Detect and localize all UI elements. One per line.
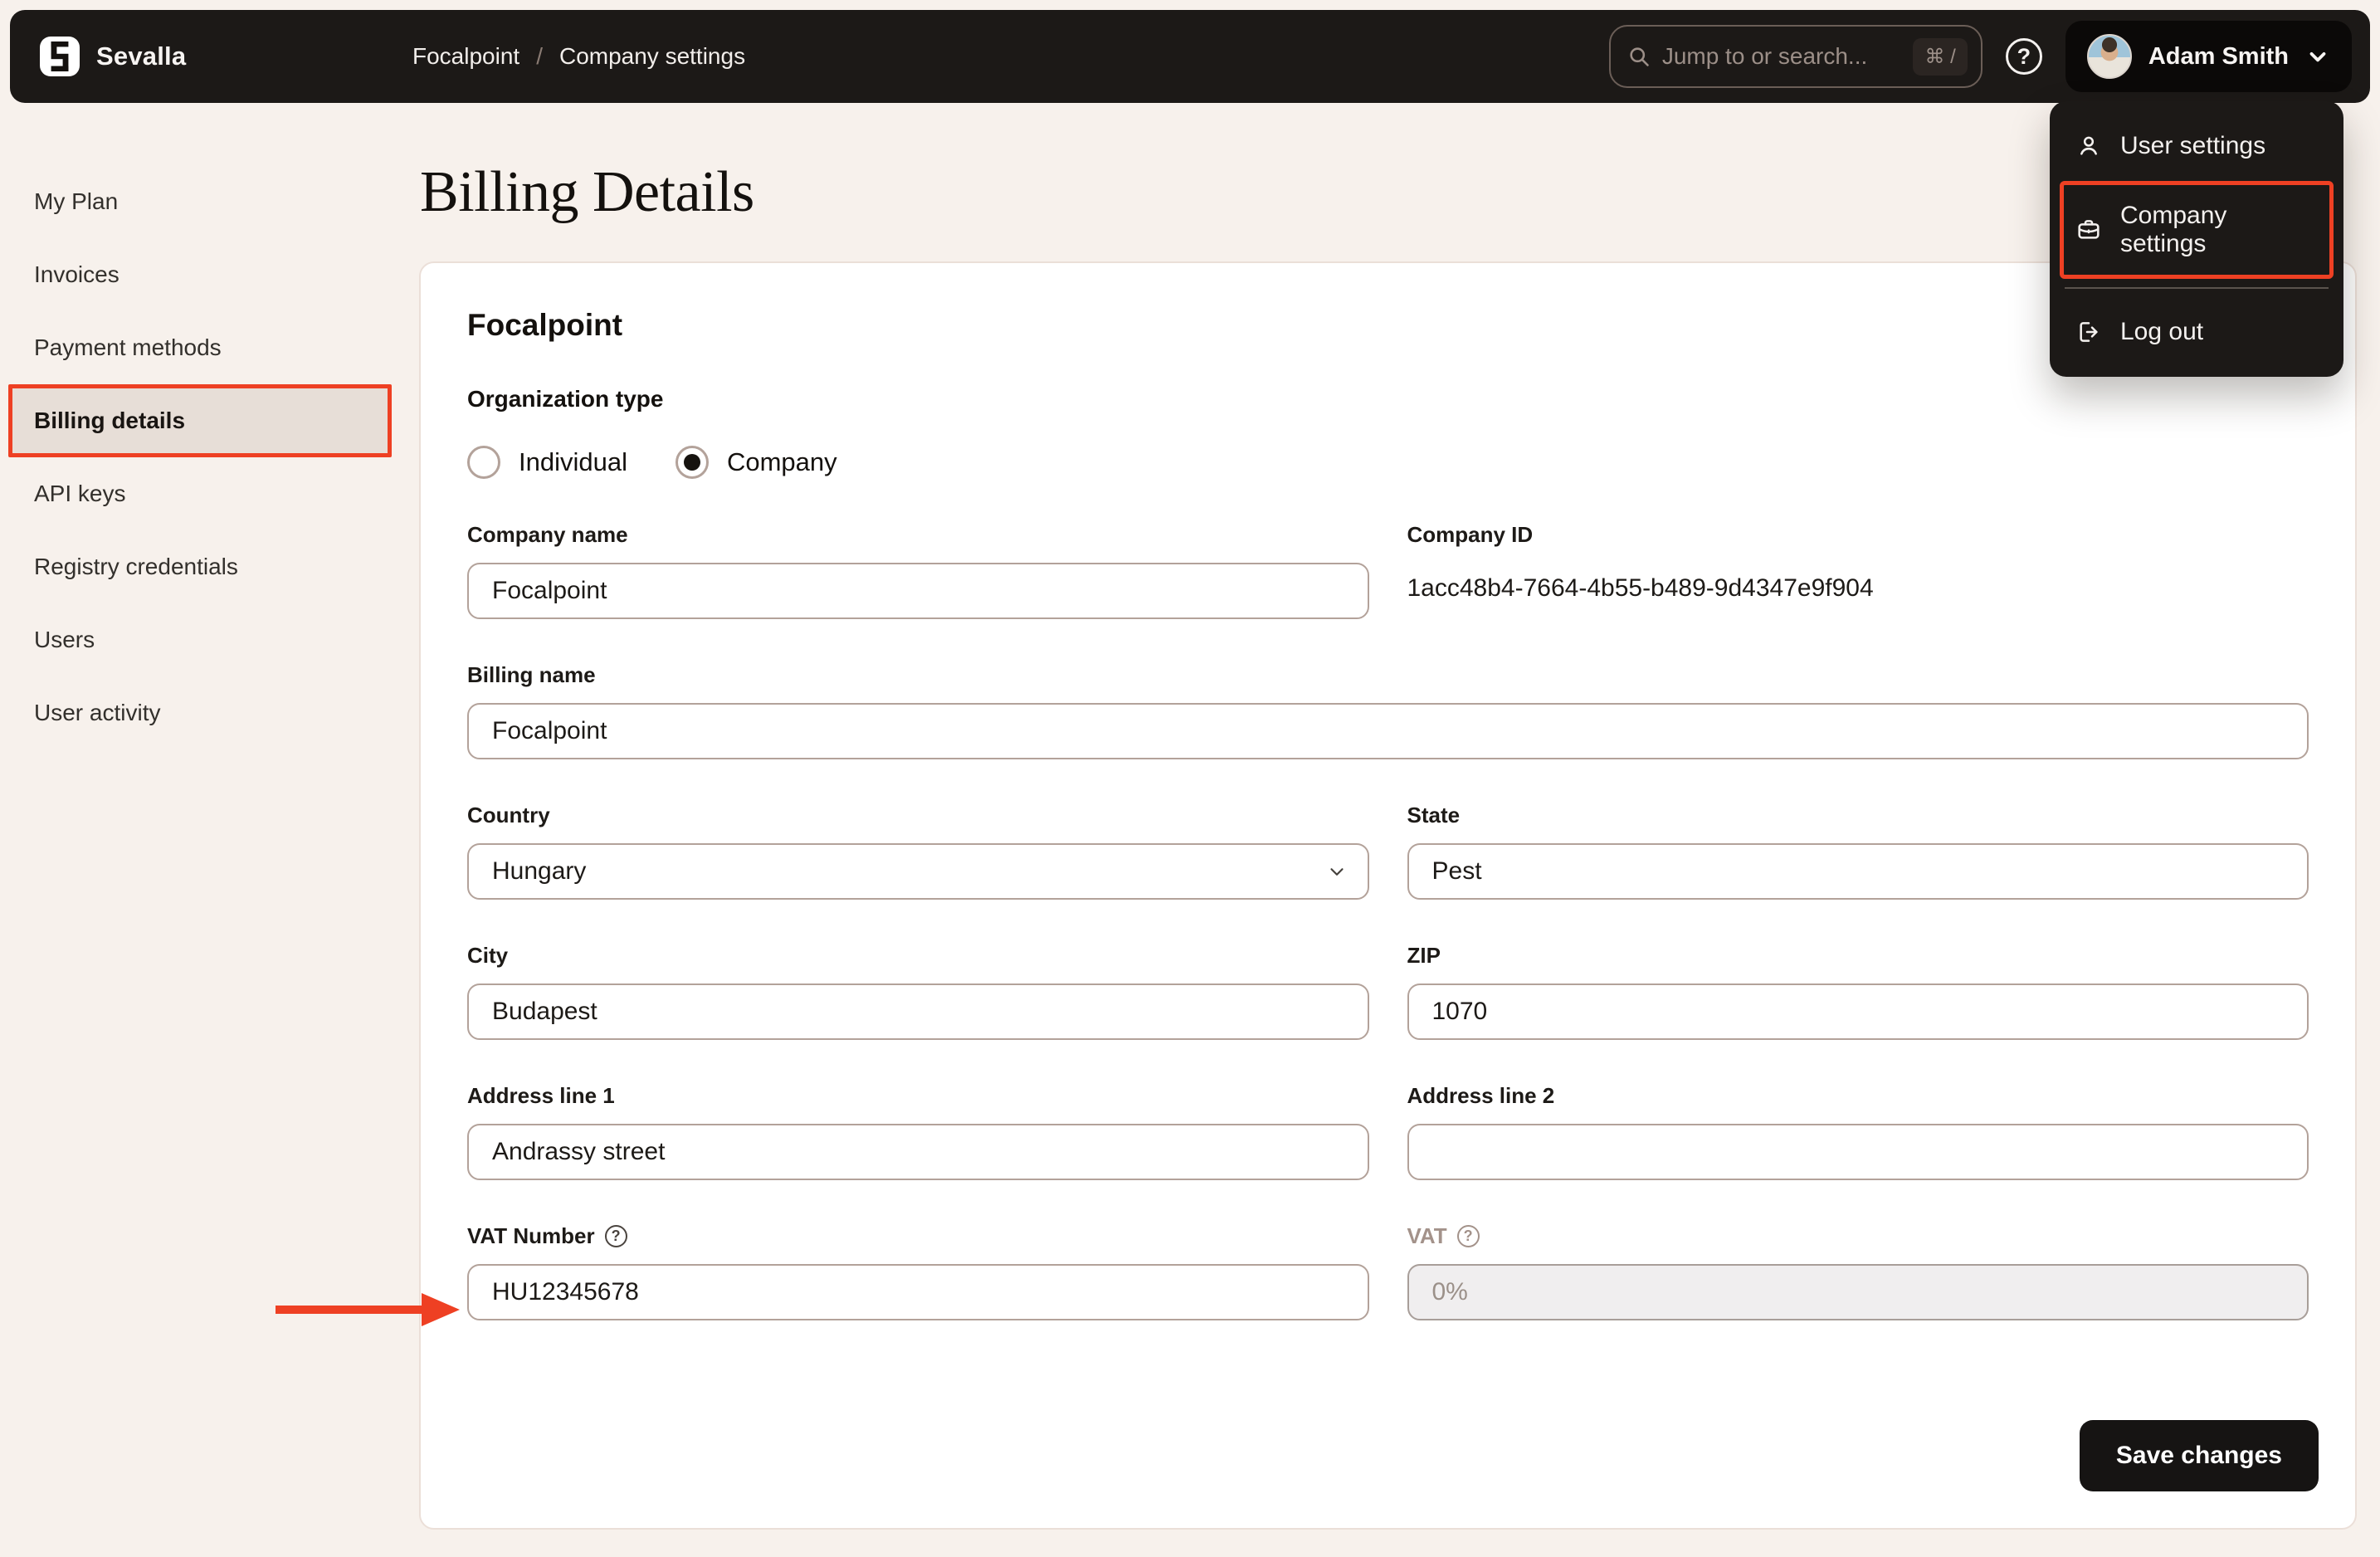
country-label: Country: [467, 803, 550, 827]
address-line-2-field-group: Address line 2: [1407, 1083, 2309, 1180]
city-field-group: City: [467, 943, 1369, 1040]
avatar: [2086, 34, 2132, 79]
country-selected-value: Hungary: [492, 857, 587, 885]
radio-individual-label: Individual: [519, 447, 627, 476]
state-label: State: [1407, 803, 1461, 827]
vat-label: VAT ?: [1407, 1223, 2309, 1249]
sidebar: My Plan Invoices Payment methods Billing…: [8, 165, 392, 749]
user-dropdown-menu: User settings Company settings Log out: [2050, 101, 2343, 377]
city-label: City: [467, 943, 509, 968]
sidebar-item-label: Users: [34, 627, 95, 652]
vat-number-input[interactable]: [467, 1264, 1369, 1320]
sidebar-item-my-plan[interactable]: My Plan: [8, 165, 392, 238]
radio-company-label: Company: [726, 447, 837, 476]
sidebar-item-billing-details[interactable]: Billing details: [8, 384, 392, 457]
chevron-down-icon: [2309, 52, 2326, 62]
sidebar-item-label: Payment methods: [34, 334, 222, 360]
sidebar-item-label: Registry credentials: [34, 554, 238, 579]
menu-item-user-settings[interactable]: User settings: [2060, 111, 2334, 181]
organization-type-group: Individual Company: [467, 446, 2309, 479]
breadcrumb-separator-icon: /: [536, 43, 543, 69]
company-id-group: Company ID 1acc48b4-7664-4b55-b489-9d434…: [1407, 522, 2309, 619]
vat-label-text: VAT: [1407, 1223, 1447, 1248]
address-line-1-input[interactable]: [467, 1124, 1369, 1180]
vat-number-label-text: VAT Number: [467, 1223, 595, 1248]
zip-field-group: ZIP: [1407, 943, 2309, 1040]
address-line-1-label: Address line 1: [467, 1083, 615, 1108]
annotation-arrow-icon: [276, 1293, 460, 1326]
breadcrumb-page[interactable]: Company settings: [559, 43, 745, 70]
save-changes-button[interactable]: Save changes: [2079, 1420, 2319, 1491]
zip-input[interactable]: [1407, 983, 2309, 1040]
country-field-group: Country Hungary: [467, 803, 1369, 900]
vat-help-icon[interactable]: ?: [1456, 1225, 1480, 1247]
sidebar-item-payment-methods[interactable]: Payment methods: [8, 311, 392, 384]
vat-number-label: VAT Number ?: [467, 1223, 1369, 1249]
billing-name-field-group: Billing name: [467, 662, 2309, 759]
radio-company[interactable]: Company: [675, 446, 837, 479]
radio-individual-control[interactable]: [467, 446, 500, 479]
billing-details-card: Focalpoint Organization type Individual …: [419, 261, 2357, 1530]
sidebar-item-label: API keys: [34, 481, 126, 506]
sidebar-item-user-activity[interactable]: User activity: [8, 676, 392, 749]
organization-type-label: Organization type: [467, 386, 664, 412]
breadcrumb-org[interactable]: Focalpoint: [412, 43, 519, 70]
chevron-down-icon: [1329, 868, 1344, 876]
user-menu-button[interactable]: Adam Smith: [2065, 21, 2352, 92]
company-name-label: Company name: [467, 522, 628, 547]
zip-label: ZIP: [1407, 943, 1441, 968]
sidebar-item-invoices[interactable]: Invoices: [8, 238, 392, 311]
state-input[interactable]: [1407, 843, 2309, 900]
menu-item-log-out[interactable]: Log out: [2060, 297, 2334, 367]
menu-item-label: User settings: [2120, 132, 2266, 159]
sidebar-item-label: My Plan: [34, 188, 119, 214]
user-icon: [2080, 136, 2097, 155]
billing-name-label: Billing name: [467, 662, 596, 687]
app-root: Sevalla Focalpoint / Company settings ⌘ …: [0, 0, 2380, 1557]
brand[interactable]: Sevalla: [40, 37, 186, 76]
vat-input: [1407, 1264, 2309, 1320]
company-name-input[interactable]: [467, 563, 1369, 619]
radio-individual[interactable]: Individual: [467, 446, 627, 479]
address-line-1-field-group: Address line 1: [467, 1083, 1369, 1180]
user-name: Adam Smith: [2148, 42, 2289, 70]
company-id-label: Company ID: [1407, 522, 1534, 547]
state-field-group: State: [1407, 803, 2309, 900]
search-shortcut-badge: ⌘ /: [1913, 37, 1968, 76]
sidebar-item-registry-credentials[interactable]: Registry credentials: [8, 530, 392, 603]
briefcase-icon: [2078, 220, 2100, 239]
sidebar-item-label: User activity: [34, 700, 161, 725]
menu-divider: [2065, 287, 2329, 289]
sidebar-item-label: Invoices: [34, 261, 119, 287]
sidebar-item-users[interactable]: Users: [8, 603, 392, 676]
city-input[interactable]: [467, 983, 1369, 1040]
vat-number-help-icon[interactable]: ?: [604, 1225, 627, 1247]
help-icon[interactable]: ?: [2005, 38, 2042, 75]
menu-item-label: Company settings: [2120, 202, 2227, 257]
company-id-value: 1acc48b4-7664-4b55-b489-9d4347e9f904: [1407, 574, 1874, 602]
menu-item-company-settings[interactable]: Company settings: [2060, 181, 2334, 279]
search-input[interactable]: [1661, 43, 1902, 70]
sidebar-item-api-keys[interactable]: API keys: [8, 457, 392, 530]
search-icon: [1630, 47, 1649, 66]
vat-number-field-group: VAT Number ?: [467, 1223, 1369, 1320]
breadcrumb: Focalpoint / Company settings: [412, 10, 745, 103]
sidebar-item-label: Billing details: [34, 408, 186, 433]
brand-name: Sevalla: [96, 41, 187, 71]
sevalla-logo-icon: [40, 37, 80, 76]
address-line-2-label: Address line 2: [1407, 1083, 1555, 1108]
country-select[interactable]: Hungary: [467, 843, 1369, 900]
radio-company-control[interactable]: [675, 446, 709, 479]
billing-name-input[interactable]: [467, 703, 2309, 759]
topbar: Sevalla Focalpoint / Company settings ⌘ …: [10, 10, 2370, 103]
search-box[interactable]: ⌘ /: [1608, 25, 1983, 88]
company-name-field-group: Company name: [467, 522, 1369, 619]
address-line-2-input[interactable]: [1407, 1124, 2309, 1180]
vat-field-group: VAT ?: [1407, 1223, 2309, 1320]
topbar-right: ⌘ / ? Adam Smith: [1608, 21, 2352, 92]
page-title: Billing Details: [420, 160, 754, 224]
logout-icon: [2080, 322, 2098, 342]
menu-item-label: Log out: [2120, 318, 2204, 345]
company-heading: Focalpoint: [467, 308, 623, 342]
